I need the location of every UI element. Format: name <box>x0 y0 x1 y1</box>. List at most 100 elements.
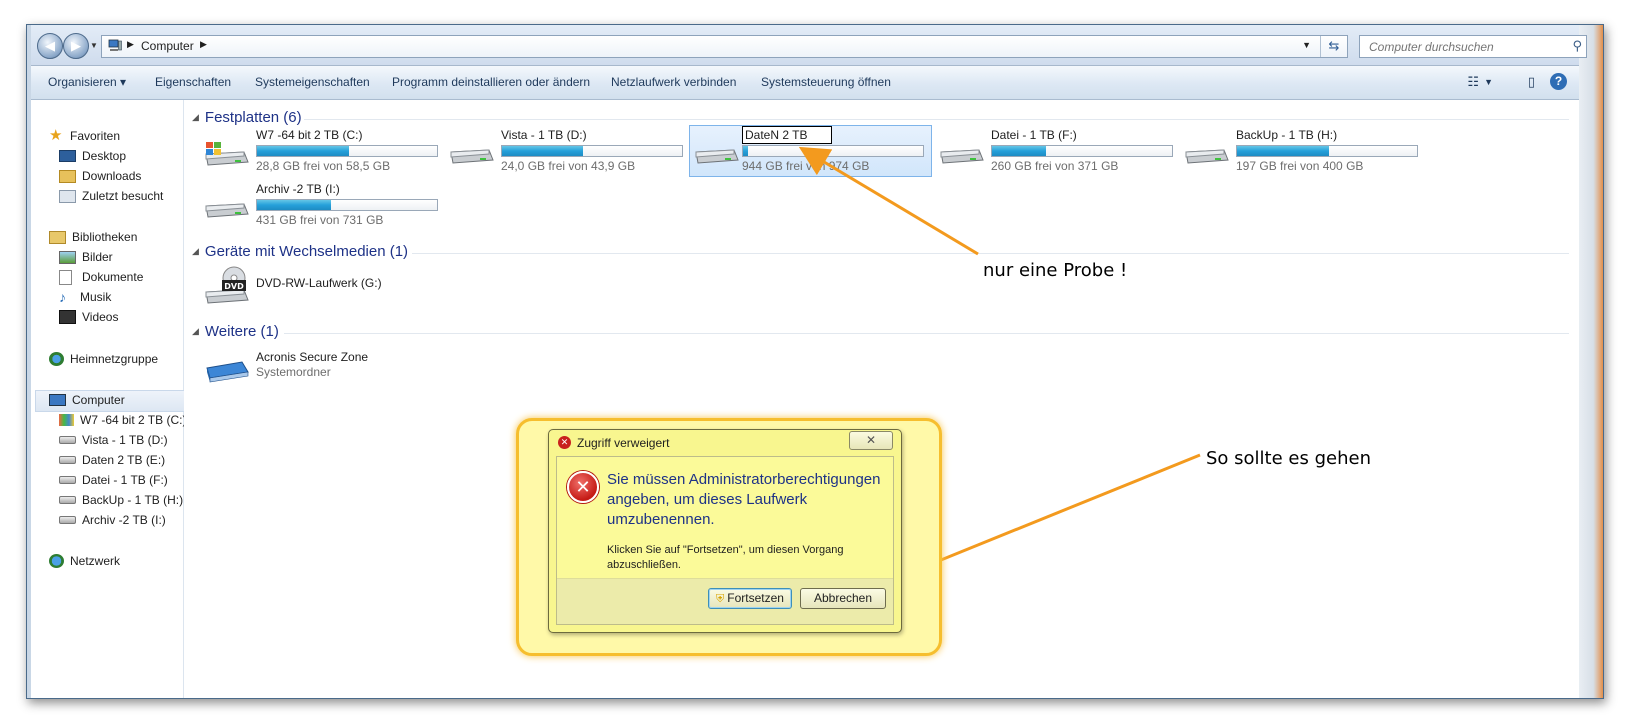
dvd-drive-icon: DVD <box>205 266 249 304</box>
system-properties-button[interactable]: Systemeigenschaften <box>255 75 370 89</box>
view-options-icon[interactable]: ☷ <box>1467 74 1479 90</box>
breadcrumb-computer[interactable]: Computer <box>141 39 194 53</box>
nav-pictures-label: Bilder <box>82 250 113 264</box>
nav-drive-label: BackUp - 1 TB (H:) <box>82 493 184 507</box>
group-header-hdd[interactable]: ◢ Festplatten (6) <box>192 109 302 126</box>
address-field[interactable]: ▶ Computer ▶ ▼ ⇆ <box>101 35 1348 58</box>
nav-recent[interactable]: Zuletzt besucht <box>59 186 163 206</box>
recent-pages-icon[interactable]: ▼ <box>90 41 98 50</box>
nav-drive-h[interactable]: BackUp - 1 TB (H:) <box>59 490 183 510</box>
dialog-close-button[interactable]: ✕ <box>849 431 893 450</box>
hard-drive-icon <box>59 456 76 464</box>
acronis-zone-tile[interactable]: Acronis Secure Zone Systemordner <box>200 348 435 396</box>
access-denied-dialog: ✕ Zugriff verweigert ✕ ✕ Sie müssen Admi… <box>548 429 902 633</box>
dvd-label: DVD <box>224 282 244 291</box>
nav-homegroup[interactable]: Heimnetzgruppe <box>49 349 158 369</box>
nav-music[interactable]: ♪ Musik <box>59 287 111 307</box>
drive-usage-fill <box>257 146 349 156</box>
open-control-panel-button[interactable]: Systemsteuerung öffnen <box>761 75 891 89</box>
collapse-icon[interactable]: ◢ <box>192 112 199 122</box>
group-hdd-label: Festplatten (6) <box>204 109 302 126</box>
drive-usage-bar <box>501 145 683 157</box>
drive-tile[interactable]: BackUp - 1 TB (H:) 197 GB frei von 400 G… <box>1180 126 1418 174</box>
nav-drive-f[interactable]: Datei - 1 TB (F:) <box>59 470 168 490</box>
preview-pane-icon[interactable]: ▯ <box>1528 74 1535 90</box>
hard-drive-icon <box>940 149 984 164</box>
error-small-icon: ✕ <box>558 436 571 449</box>
rename-input[interactable]: DateN 2 TB <box>742 126 832 144</box>
group-divider <box>304 119 1569 120</box>
drive-tile[interactable]: Archiv -2 TB (I:) 431 GB frei von 731 GB <box>200 180 438 228</box>
downloads-folder-icon <box>59 169 76 183</box>
drive-usage-bar <box>256 145 438 157</box>
group-header-other[interactable]: ◢ Weitere (1) <box>192 323 279 340</box>
annotation-probe-text: nur eine Probe ! <box>983 260 1128 281</box>
nav-homegroup-label: Heimnetzgruppe <box>70 352 159 366</box>
hard-drive-icon <box>59 436 76 444</box>
desktop-icon <box>59 150 76 162</box>
nav-drive-i[interactable]: Archiv -2 TB (I:) <box>59 510 166 530</box>
breadcrumb-separator-icon[interactable]: ▶ <box>127 39 134 50</box>
drive-usage-bar <box>256 199 438 211</box>
search-box[interactable]: ⚲ <box>1359 35 1587 58</box>
continue-button[interactable]: ⛨ Fortsetzen <box>708 588 792 609</box>
group-header-removable[interactable]: ◢ Geräte mit Wechselmedien (1) <box>192 243 408 260</box>
dvd-drive-name: DVD-RW-Laufwerk (G:) <box>256 276 382 290</box>
drive-tile[interactable]: Datei - 1 TB (F:) 260 GB frei von 371 GB <box>935 126 1173 174</box>
nav-desktop-label: Desktop <box>82 149 127 163</box>
nav-computer[interactable]: Computer <box>49 390 125 410</box>
organize-menu[interactable]: Organisieren ▾ <box>48 75 126 89</box>
nav-drive-label: W7 -64 bit 2 TB (C:) <box>80 413 187 427</box>
pictures-icon <box>59 250 76 264</box>
hard-drive-icon <box>59 476 76 484</box>
nav-drive-d[interactable]: Vista - 1 TB (D:) <box>59 430 168 450</box>
nav-recent-label: Zuletzt besucht <box>82 189 164 203</box>
nav-videos[interactable]: Videos <box>59 307 118 327</box>
group-other-label: Weitere (1) <box>204 323 279 340</box>
nav-computer-label: Computer <box>72 393 125 407</box>
nav-libraries[interactable]: Bibliotheken <box>49 227 137 247</box>
nav-desktop[interactable]: Desktop <box>59 146 126 166</box>
nav-drive-label: Datei - 1 TB (F:) <box>82 473 168 487</box>
drive-name: BackUp - 1 TB (H:) <box>1236 128 1338 142</box>
drive-free-space: 431 GB frei von 731 GB <box>256 213 384 227</box>
nav-music-label: Musik <box>80 290 112 304</box>
drive-name: Archiv -2 TB (I:) <box>256 182 340 196</box>
properties-button[interactable]: Eigenschaften <box>155 75 231 89</box>
view-dropdown-icon[interactable]: ▼ <box>1484 77 1493 87</box>
nav-documents[interactable]: Dokumente <box>59 267 143 287</box>
drive-usage-bar <box>1236 145 1418 157</box>
drive-tile[interactable]: Vista - 1 TB (D:) 24,0 GB frei von 43,9 … <box>445 126 683 174</box>
drive-name: W7 -64 bit 2 TB (C:) <box>256 128 363 142</box>
search-input[interactable] <box>1367 36 1561 57</box>
drive-tile-selected[interactable]: DateN 2 TB 944 GB frei von 974 GB <box>689 125 932 177</box>
nav-drive-label: Daten 2 TB (E:) <box>82 453 166 467</box>
back-button[interactable]: ◀ <box>37 33 63 59</box>
map-network-drive-button[interactable]: Netzlaufwerk verbinden <box>611 75 736 89</box>
nav-drive-e[interactable]: Daten 2 TB (E:) <box>59 450 165 470</box>
search-icon[interactable]: ⚲ <box>1572 38 1582 54</box>
breadcrumb-chevron-icon[interactable]: ▶ <box>200 39 207 50</box>
continue-button-label: Fortsetzen <box>727 591 784 605</box>
collapse-icon[interactable]: ◢ <box>192 246 199 256</box>
refresh-icon[interactable]: ⇆ <box>1320 36 1347 57</box>
dvd-drive-tile[interactable]: DVD DVD-RW-Laufwerk (G:) <box>200 262 435 312</box>
uninstall-program-button[interactable]: Programm deinstallieren oder ändern <box>392 75 590 89</box>
hard-drive-icon <box>205 203 249 218</box>
address-dropdown-icon[interactable]: ▼ <box>1302 40 1311 50</box>
hard-drive-icon <box>695 149 739 164</box>
drive-tile[interactable]: W7 -64 bit 2 TB (C:) 28,8 GB frei von 58… <box>200 126 438 174</box>
hard-drive-icon <box>1185 149 1229 164</box>
hard-drive-icon <box>59 496 76 504</box>
cancel-button[interactable]: Abbrechen <box>800 588 886 609</box>
collapse-icon[interactable]: ◢ <box>192 326 199 336</box>
hard-drive-icon <box>450 149 494 164</box>
nav-favorites[interactable]: ★ Favoriten <box>49 126 120 146</box>
nav-network[interactable]: Netzwerk <box>49 551 120 571</box>
nav-drive-c[interactable]: W7 -64 bit 2 TB (C:) <box>59 410 186 430</box>
help-button[interactable]: ? <box>1550 73 1567 90</box>
nav-downloads[interactable]: Downloads <box>59 166 141 186</box>
forward-button[interactable]: ▶ <box>63 33 89 59</box>
nav-pictures[interactable]: Bilder <box>59 247 113 267</box>
drive-free-space: 944 GB frei von 974 GB <box>742 159 870 173</box>
